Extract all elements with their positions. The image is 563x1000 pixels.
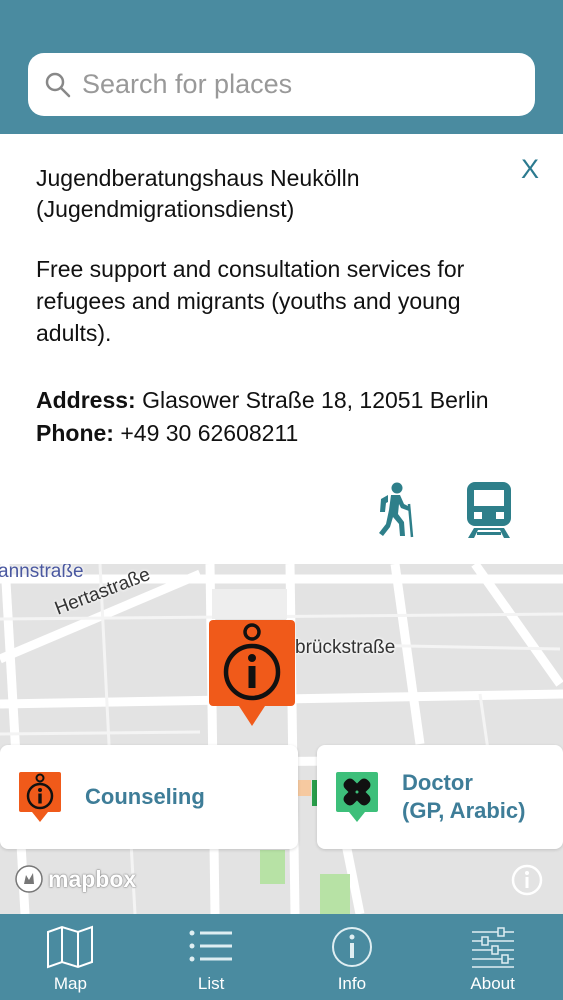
- mapbox-logo[interactable]: mapbox: [14, 864, 136, 894]
- tab-list-label: List: [197, 974, 225, 993]
- tab-list[interactable]: List: [141, 914, 282, 1000]
- doctor-icon: [336, 772, 378, 822]
- counseling-icon: [19, 772, 61, 822]
- header: [0, 0, 563, 134]
- place-description: Free support and consultation services f…: [36, 256, 465, 346]
- close-button[interactable]: X: [521, 154, 539, 185]
- category-card-counseling[interactable]: Counseling: [0, 745, 298, 849]
- search-icon: [45, 72, 71, 97]
- search-bar[interactable]: [28, 53, 535, 116]
- address-row: Address: Glasower Straße 18, 12051 Berli…: [36, 384, 546, 417]
- search-input[interactable]: [82, 53, 535, 116]
- mapbox-logo-icon: [15, 865, 43, 893]
- place-detail-panel: X Jugendberatungshaus Neukölln (Jugendmi…: [0, 134, 563, 564]
- doctor-label: Doctor (GP, Arabic): [402, 769, 525, 825]
- tab-bar: Map List Info About: [0, 914, 563, 1000]
- walking-directions-icon[interactable]: [374, 482, 418, 538]
- tab-about[interactable]: About: [422, 914, 563, 1000]
- map-icon: [47, 925, 94, 969]
- map-view[interactable]: annstraße Hertastraße brückstraße Counse…: [0, 564, 563, 914]
- train-icon[interactable]: [464, 480, 514, 540]
- address-label: Address:: [36, 387, 136, 413]
- list-icon: [189, 930, 233, 962]
- category-card-doctor[interactable]: Doctor (GP, Arabic): [317, 745, 563, 849]
- street-label: brückstraße: [295, 637, 396, 658]
- place-title: Jugendberatungshaus Neukölln (Jugendmigr…: [36, 165, 360, 222]
- contact-info: Address: Glasower Straße 18, 12051 Berli…: [36, 384, 546, 450]
- address-value: Glasower Straße 18, 12051 Berlin: [142, 387, 489, 413]
- map-roads: [0, 564, 563, 914]
- tab-about-label: About: [470, 974, 515, 993]
- counseling-map-marker[interactable]: [209, 620, 295, 728]
- doctor-label-line2: (GP, Arabic): [402, 798, 526, 823]
- mapbox-logo-text: mapbox: [48, 865, 137, 892]
- phone-label: Phone:: [36, 420, 114, 446]
- phone-value[interactable]: +49 30 62608211: [120, 420, 298, 446]
- tab-info-label: Info: [337, 974, 367, 993]
- street-label: annstraße: [0, 564, 84, 582]
- tab-map[interactable]: Map: [0, 914, 141, 1000]
- doctor-label-line1: Doctor: [402, 770, 473, 795]
- phone-row: Phone: +49 30 62608211: [36, 417, 546, 450]
- counseling-label: Counseling: [85, 784, 205, 809]
- sliders-icon: [471, 927, 514, 968]
- info-icon: [331, 927, 372, 967]
- attribution-info-icon[interactable]: [511, 864, 543, 896]
- tab-info[interactable]: Info: [282, 914, 423, 1000]
- tab-map-label: Map: [53, 974, 87, 993]
